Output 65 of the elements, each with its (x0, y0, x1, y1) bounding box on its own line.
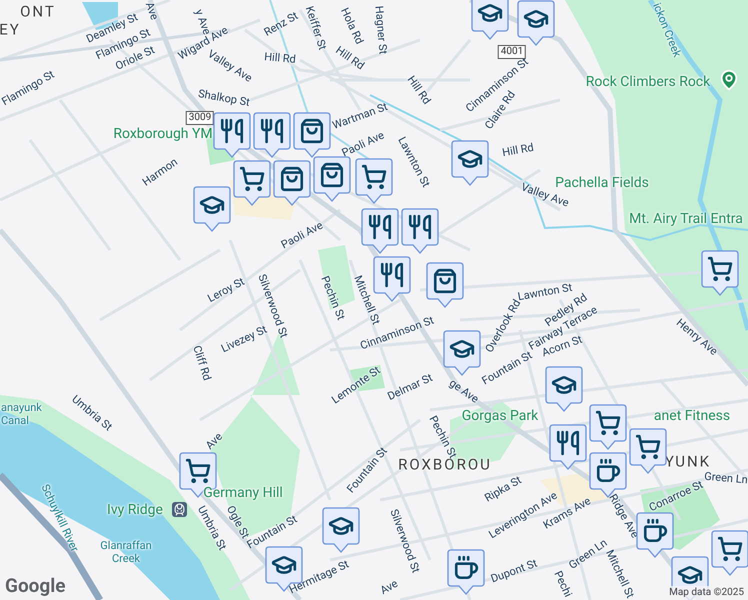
shopping-cart-icon (239, 166, 265, 192)
shopping-bag-icon (319, 162, 345, 188)
water-label: anayunk Canal (1, 401, 43, 427)
fork-knife-icon (407, 214, 433, 240)
street-label: Ave (144, 0, 160, 22)
coffee-cup-icon (595, 458, 621, 484)
street-label: Shalkop St (197, 88, 251, 108)
street-label: Pechin St (319, 274, 347, 322)
shopping-cart-icon (361, 164, 387, 190)
shopping-cart-icon (635, 434, 661, 460)
street-label: Ave (378, 578, 400, 596)
fork-knife-icon (379, 262, 405, 288)
street-label: Ogle St (224, 504, 252, 540)
area-label: EY (0, 22, 21, 38)
place-label: Ivy Ridge (107, 503, 163, 517)
place-label: anet Fitness (654, 409, 730, 423)
street-label: ge Ave (447, 377, 481, 405)
street-label: Hagner St (373, 5, 389, 55)
street-label: Paoli Ave (279, 220, 325, 250)
street-label: Leroy St (206, 276, 246, 304)
area-label: YUNK (664, 454, 712, 470)
train-icon (172, 502, 187, 517)
area-label: ROXBOROU (398, 458, 492, 472)
fork-knife-icon (555, 430, 581, 456)
place-label: Mt. Airy Trail Entra (629, 212, 743, 226)
route-shield: 3009 (186, 111, 214, 125)
route-shield: 4001 (498, 45, 526, 59)
place-label: Rock Climbers Rock (586, 75, 710, 89)
street-label: Green Ln (704, 470, 748, 486)
fork-knife-icon (219, 118, 245, 144)
area-label: ONT (20, 4, 56, 20)
street-label: Keiffer St (304, 4, 328, 52)
place-label: Pachella Fields (555, 176, 649, 190)
place-label: Germany Hill (203, 486, 283, 500)
coffee-cup-icon (642, 518, 668, 544)
shopping-cart-icon (707, 256, 733, 282)
shopping-cart-icon (717, 536, 743, 562)
place-label: Gorgas Park (462, 409, 538, 423)
street-label: Hill Rd (334, 44, 366, 72)
shopping-bag-icon (279, 166, 305, 192)
coffee-cup-icon (453, 555, 479, 581)
map-marker[interactable] (711, 530, 748, 576)
water-label: ickon Creek (651, 1, 683, 59)
street-label: Ripka St (482, 474, 524, 504)
map-marker[interactable] (471, 0, 509, 40)
map-pin-icon (718, 69, 740, 91)
shopping-bag-icon (299, 118, 325, 144)
fork-knife-icon (259, 118, 285, 144)
google-logo: Google (5, 576, 66, 595)
shopping-cart-icon (185, 458, 211, 484)
shopping-cart-icon (595, 410, 621, 436)
street-label: Cliff Rd (191, 344, 213, 382)
street-label: Hill Rd (502, 142, 534, 158)
street-label: Hill Rd (405, 74, 433, 106)
street-label: Paoli Ave (340, 129, 386, 159)
place-label: Roxborough YM (113, 127, 213, 141)
street-label: Hola Rd (338, 6, 366, 46)
street-label: Pechi (552, 569, 574, 599)
street-label: y Ave (193, 8, 213, 36)
fork-knife-icon (367, 214, 393, 240)
shopping-bag-icon (432, 268, 458, 294)
street-label: Renz St (262, 10, 300, 38)
street-label: Dupont St (489, 558, 539, 584)
street-label: Hill Rd (264, 51, 296, 65)
street-label: Ave (204, 430, 224, 452)
